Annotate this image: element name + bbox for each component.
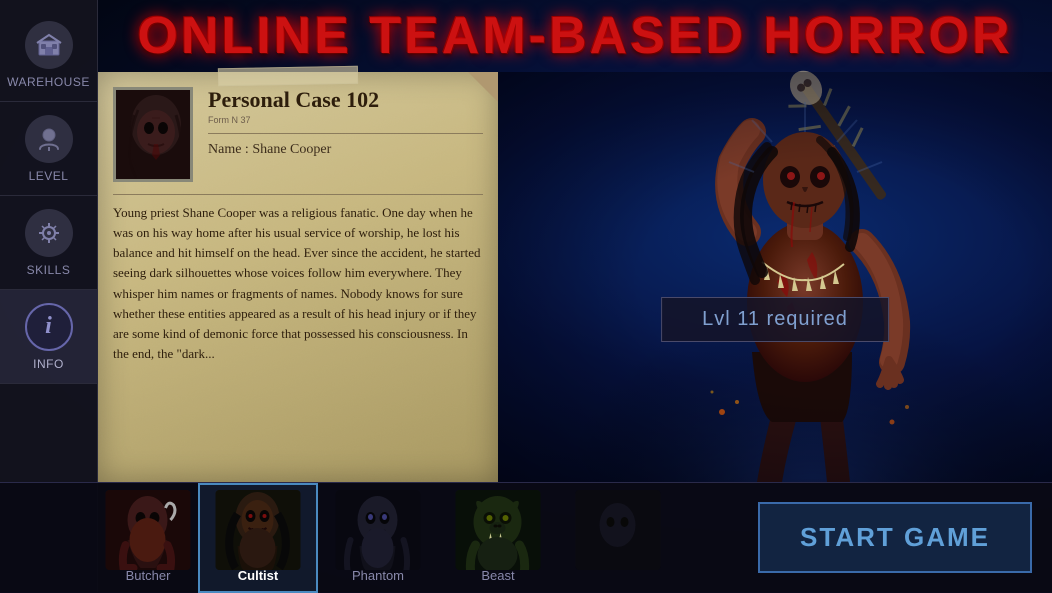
level-required-badge: Lvl 11 required: [661, 297, 889, 342]
character-label-beast: Beast: [481, 568, 514, 583]
title-bar: ONLINE TEAM-BASED HORROR: [98, 0, 1052, 72]
sidebar-info-label: Info: [33, 357, 64, 371]
sidebar-level-label: Level: [29, 169, 69, 183]
skills-icon: [25, 209, 73, 257]
sidebar-item-skills[interactable]: Skills: [0, 196, 98, 290]
monster-area: Lvl 11 required: [498, 72, 1052, 482]
character-label-cultist: Cultist: [238, 568, 278, 583]
monster-container: [498, 72, 1052, 482]
case-title-block: Personal Case 102 Form N 37 Name : Shane…: [208, 87, 483, 182]
start-game-button[interactable]: START GAME: [758, 502, 1032, 573]
character-label-phantom: Phantom: [352, 568, 404, 583]
case-panel: Personal Case 102 Form N 37 Name : Shane…: [98, 72, 498, 482]
character-image-beast: [456, 490, 541, 570]
info-icon: i: [25, 303, 73, 351]
sidebar-item-warehouse[interactable]: Warehouse: [0, 8, 98, 102]
character-image-butcher: [106, 490, 191, 570]
sidebar-skills-label: Skills: [27, 263, 71, 277]
character-label-butcher: Butcher: [126, 568, 171, 583]
warehouse-icon: [25, 21, 73, 69]
app-title: ONLINE TEAM-BASED HORROR: [137, 6, 1012, 66]
character-slot-butcher[interactable]: Butcher: [98, 483, 198, 593]
character-image-5: [576, 490, 661, 570]
case-title: Personal Case 102: [208, 87, 483, 113]
main-content: Personal Case 102 Form N 37 Name : Shane…: [98, 72, 1052, 482]
sidebar-warehouse-label: Warehouse: [7, 75, 90, 89]
sidebar-item-level[interactable]: Level: [0, 102, 98, 196]
case-panel-wrapper: Personal Case 102 Form N 37 Name : Shane…: [98, 72, 498, 482]
character-image-cultist: [216, 490, 301, 570]
corner-fold: [468, 72, 498, 102]
case-form-note: Form N 37: [208, 115, 483, 125]
case-name: Name : Shane Cooper: [208, 142, 483, 158]
case-body-text: Young priest Shane Cooper was a religiou…: [113, 203, 483, 364]
character-slot-beast[interactable]: Beast: [438, 483, 558, 593]
bottom-bar: Butcher: [0, 482, 1052, 592]
character-slot-phantom[interactable]: Phantom: [318, 483, 438, 593]
character-slots: Butcher: [98, 483, 678, 592]
sidebar-item-info[interactable]: i Info: [0, 290, 98, 384]
level-icon: [25, 115, 73, 163]
character-slot-5[interactable]: [558, 483, 678, 593]
character-image-phantom: [336, 490, 421, 570]
case-header: Personal Case 102 Form N 37 Name : Shane…: [113, 87, 483, 182]
case-divider: [208, 133, 483, 134]
character-slot-cultist[interactable]: Cultist: [198, 483, 318, 593]
case-body-divider: [113, 194, 483, 195]
case-photo: [113, 87, 193, 182]
